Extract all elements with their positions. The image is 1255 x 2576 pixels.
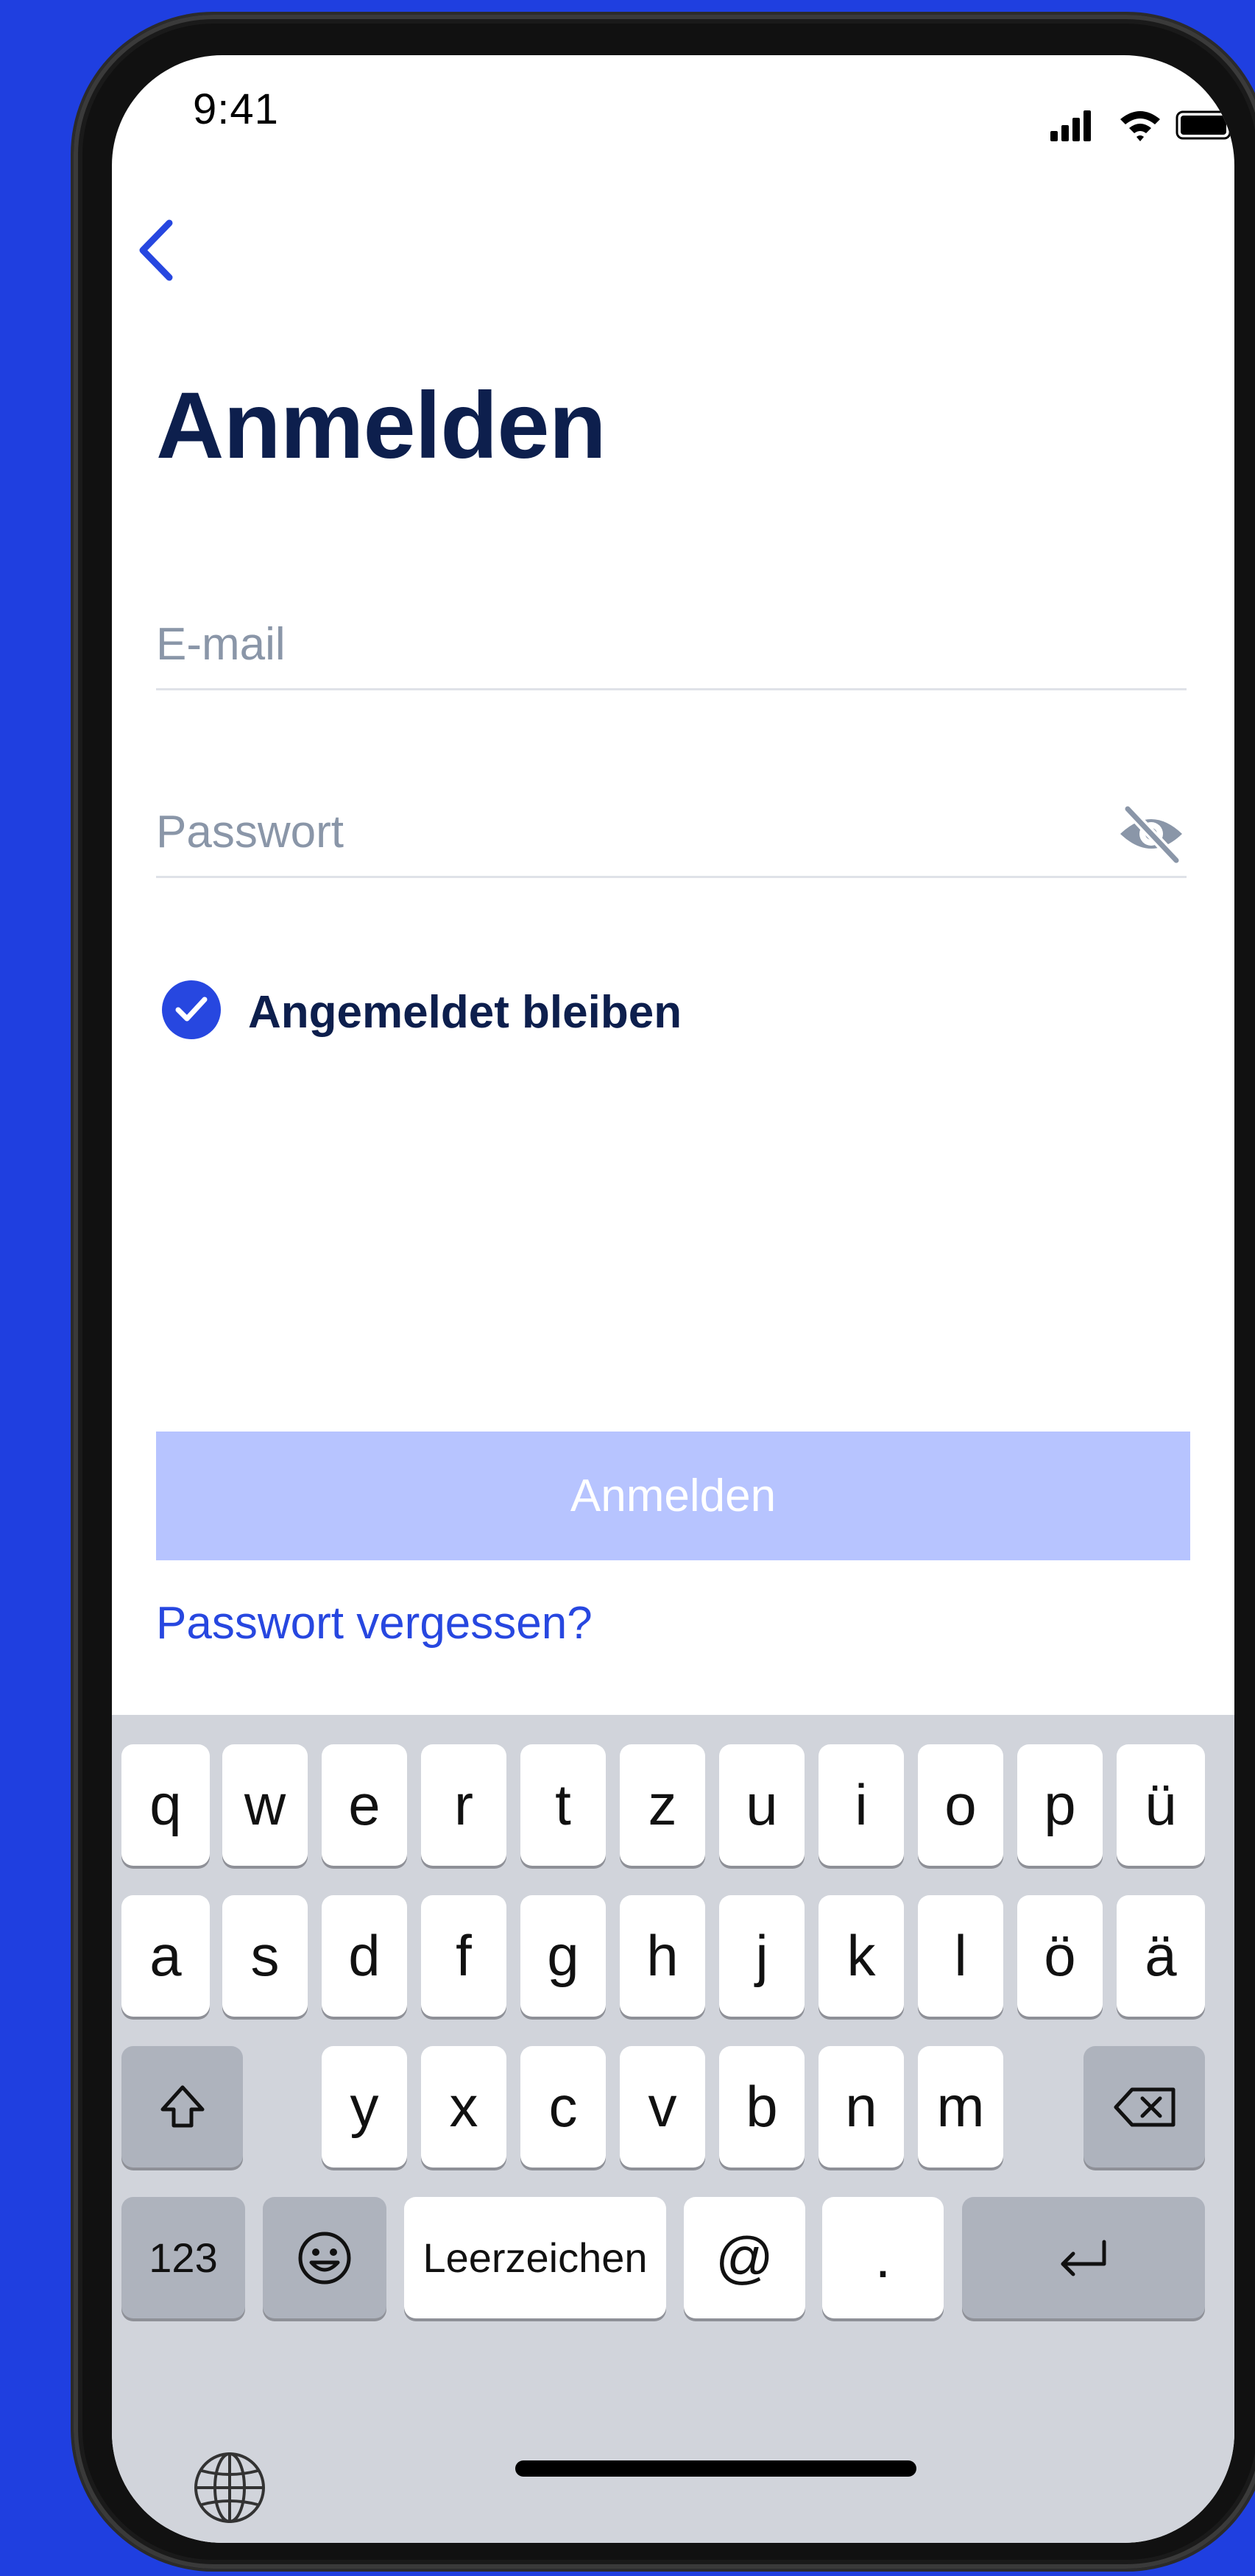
return-key[interactable] — [962, 2197, 1205, 2318]
login-button[interactable]: Anmelden — [156, 1432, 1190, 1560]
shift-key[interactable] — [121, 2046, 243, 2168]
back-chevron-icon[interactable] — [132, 210, 184, 291]
key-d[interactable]: d — [322, 1895, 407, 2017]
key-j[interactable]: j — [719, 1895, 805, 2017]
key-p[interactable]: p — [1017, 1744, 1103, 1866]
key-b[interactable]: b — [719, 2046, 805, 2168]
shift-icon — [160, 2085, 204, 2127]
emoji-key[interactable] — [263, 2197, 386, 2318]
password-field[interactable]: Passwort — [156, 784, 1187, 878]
password-placeholder: Passwort — [156, 807, 344, 857]
signal-icon — [1050, 110, 1091, 141]
key-w[interactable]: w — [222, 1744, 308, 1866]
screen: 9:41 Anmelden E-mail Passwort Angemeldet… — [112, 55, 1234, 2543]
key-n[interactable]: n — [819, 2046, 904, 2168]
key-v[interactable]: v — [620, 2046, 705, 2168]
checkmark-icon — [175, 997, 208, 1022]
email-field[interactable]: E-mail — [156, 585, 1187, 690]
key-x[interactable]: x — [421, 2046, 506, 2168]
key-ue[interactable]: ü — [1117, 1744, 1205, 1866]
eye-off-icon[interactable] — [1116, 799, 1187, 869]
key-l[interactable]: l — [918, 1895, 1003, 2017]
key-t[interactable]: t — [520, 1744, 606, 1866]
battery-icon — [1176, 110, 1234, 140]
key-m[interactable]: m — [918, 2046, 1003, 2168]
key-i[interactable]: i — [819, 1744, 904, 1866]
key-c[interactable]: c — [520, 2046, 606, 2168]
keyboard: q w e r t z u i o p ü a s d f g h j k l … — [112, 1715, 1234, 2543]
key-e[interactable]: e — [322, 1744, 407, 1866]
remember-checkbox[interactable] — [162, 980, 221, 1039]
space-key[interactable]: Leerzeichen — [404, 2197, 666, 2318]
backspace-icon — [1114, 2087, 1175, 2126]
key-h[interactable]: h — [620, 1895, 705, 2017]
page-title: Anmelden — [156, 373, 607, 478]
at-key[interactable]: @ — [684, 2197, 805, 2318]
wifi-icon — [1120, 111, 1160, 141]
status-icons — [1050, 110, 1234, 141]
key-u[interactable]: u — [719, 1744, 805, 1866]
key-r[interactable]: r — [421, 1744, 506, 1866]
key-s[interactable]: s — [222, 1895, 308, 2017]
key-y[interactable]: y — [322, 2046, 407, 2168]
key-o[interactable]: o — [918, 1744, 1003, 1866]
key-ae[interactable]: ä — [1117, 1895, 1205, 2017]
remember-label[interactable]: Angemeldet bleiben — [248, 986, 682, 1038]
key-q[interactable]: q — [121, 1744, 210, 1866]
email-placeholder: E-mail — [156, 619, 286, 670]
forgot-password-link[interactable]: Passwort vergessen? — [156, 1597, 593, 1649]
key-a[interactable]: a — [121, 1895, 210, 2017]
emoji-icon — [298, 2232, 351, 2284]
key-oe[interactable]: ö — [1017, 1895, 1103, 2017]
globe-icon[interactable] — [189, 2447, 270, 2528]
return-icon — [1061, 2240, 1106, 2276]
backspace-key[interactable] — [1083, 2046, 1205, 2168]
key-z[interactable]: z — [620, 1744, 705, 1866]
numbers-key[interactable]: 123 — [121, 2197, 245, 2318]
home-indicator[interactable] — [515, 2460, 916, 2477]
key-g[interactable]: g — [520, 1895, 606, 2017]
dot-key[interactable]: . — [822, 2197, 944, 2318]
key-f[interactable]: f — [421, 1895, 506, 2017]
status-time: 9:41 — [193, 85, 279, 133]
key-k[interactable]: k — [819, 1895, 904, 2017]
